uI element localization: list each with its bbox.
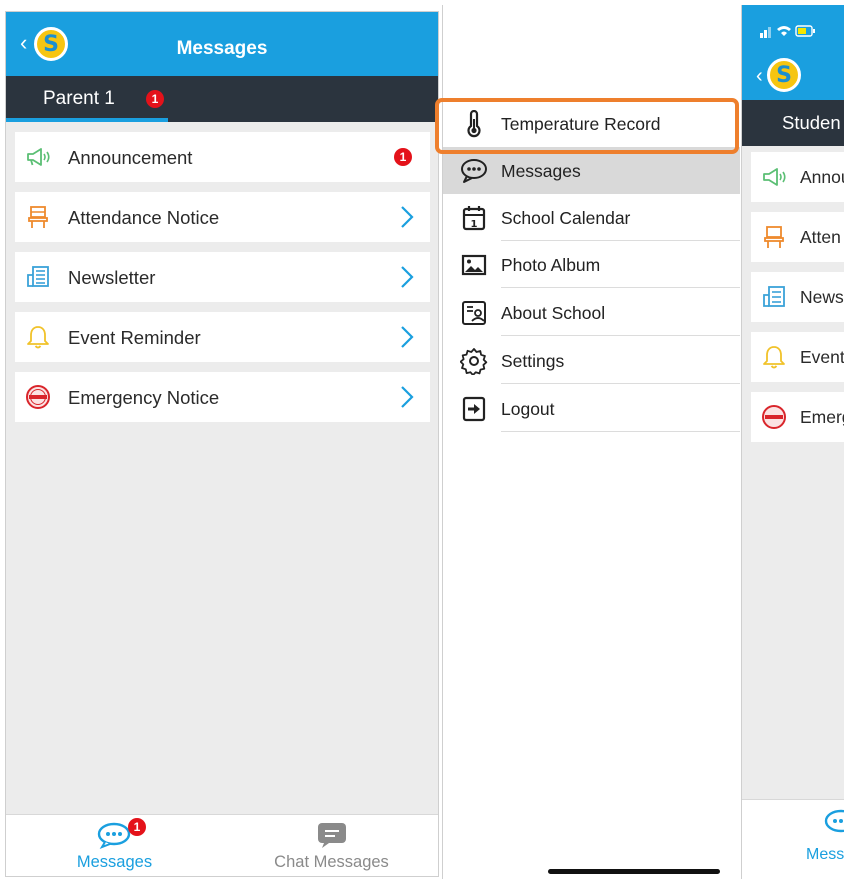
chevron-right-icon xyxy=(401,266,414,288)
item-label: Event xyxy=(800,347,844,367)
item-label: Newsletter xyxy=(68,267,156,288)
svg-text:1: 1 xyxy=(471,219,478,230)
menu-item-settings[interactable]: Settings xyxy=(443,337,740,384)
tab-label: Chat Messages xyxy=(274,853,389,871)
composite-screenshot: ‹ S Messages Parent 1 1 Announcement 1 A… xyxy=(0,0,844,879)
student-messages-screen: ‹ S Studen Annou Atten xyxy=(741,5,844,879)
divider xyxy=(501,431,740,432)
chat-icon xyxy=(317,823,346,848)
list-item-attendance-notice[interactable]: Atten xyxy=(751,212,844,262)
item-label: News xyxy=(800,287,844,307)
menu-label: Settings xyxy=(501,351,565,371)
bell-icon xyxy=(27,326,49,349)
list-item-announcement[interactable]: Announcement 1 xyxy=(15,132,430,182)
menu-label: Messages xyxy=(501,161,581,181)
item-label: Annou xyxy=(800,167,844,187)
item-label: Emergency Notice xyxy=(68,387,220,408)
chair-icon xyxy=(764,226,784,248)
tab-label[interactable]: Mess xyxy=(806,846,844,864)
chat-bubble-icon[interactable] xyxy=(824,808,844,836)
menu-label: About School xyxy=(501,303,606,323)
list-item-newsletter[interactable]: Newsletter xyxy=(15,252,430,302)
gear-icon xyxy=(460,348,488,375)
tab-messages[interactable]: 1 Messages xyxy=(6,815,223,876)
tab-chat-messages[interactable]: Chat Messages xyxy=(223,815,438,876)
tab-parent-1[interactable]: Parent 1 1 xyxy=(6,76,168,122)
newsletter-icon xyxy=(27,266,49,287)
chat-bubble-icon xyxy=(461,159,487,183)
menu-item-photo-album[interactable]: Photo Album xyxy=(443,241,740,288)
messages-screen: ‹ S Messages Parent 1 1 Announcement 1 A… xyxy=(5,11,439,877)
tab-label: Messages xyxy=(76,853,153,871)
chevron-right-icon xyxy=(401,326,414,348)
menu-item-about-school[interactable]: About School xyxy=(443,289,740,336)
list-item-attendance-notice[interactable]: Attendance Notice xyxy=(15,192,430,242)
item-label: Atten xyxy=(800,227,841,247)
home-indicator[interactable] xyxy=(548,869,720,874)
tab-badge: 1 xyxy=(128,818,146,836)
item-label: Announcement xyxy=(68,147,193,168)
newsletter-icon xyxy=(763,286,785,307)
bell-icon xyxy=(763,346,785,369)
urgent-stamp-icon xyxy=(762,405,786,429)
school-logo-icon[interactable]: S xyxy=(767,58,801,92)
tab-badge: 1 xyxy=(146,90,164,108)
list-item-event-reminder[interactable]: Event Reminder xyxy=(15,312,430,362)
list-item-event-reminder[interactable]: Event xyxy=(751,332,844,382)
list-item-announcement[interactable]: Annou xyxy=(751,152,844,202)
menu-label: Logout xyxy=(501,399,555,419)
megaphone-icon xyxy=(763,168,786,186)
list-item-emergency-notice[interactable]: Emergency Notice xyxy=(15,372,430,422)
tab-label[interactable]: Studen xyxy=(782,112,841,134)
divider xyxy=(501,383,740,384)
bottom-tab-bar: Mess xyxy=(742,799,844,879)
chevron-right-icon xyxy=(401,386,414,408)
item-label: Emerg xyxy=(800,407,844,427)
menu-label: Photo Album xyxy=(501,255,601,275)
status-bar xyxy=(742,5,844,55)
megaphone-icon xyxy=(27,148,50,166)
list-item-newsletter[interactable]: News xyxy=(751,272,844,322)
item-label: Attendance Notice xyxy=(68,207,220,228)
menu-item-messages[interactable]: Messages xyxy=(443,147,740,194)
urgent-stamp-icon xyxy=(26,385,50,409)
divider xyxy=(501,335,740,336)
divider xyxy=(501,287,740,288)
bottom-tab-bar: 1 Messages Chat Messages xyxy=(6,814,438,876)
tab-underline xyxy=(6,118,168,122)
photo-icon xyxy=(461,254,487,276)
unread-badge: 1 xyxy=(394,148,412,166)
header-bar: ‹ S xyxy=(742,55,844,100)
chair-icon xyxy=(28,206,48,228)
parent-tab-bar: Parent 1 1 xyxy=(6,76,438,122)
list-item-emergency-notice[interactable]: Emerg xyxy=(751,392,844,442)
student-tab-bar: Studen xyxy=(742,100,844,146)
page-title: Messages xyxy=(176,38,268,59)
header-bar: ‹ S Messages xyxy=(6,12,438,76)
highlight-box xyxy=(435,98,739,154)
menu-label: School Calendar xyxy=(501,208,631,228)
item-label: Event Reminder xyxy=(68,327,201,348)
menu-item-school-calendar[interactable]: 1 School Calendar xyxy=(443,194,740,241)
back-chevron-icon[interactable]: ‹ xyxy=(756,65,763,88)
logout-icon xyxy=(462,396,486,422)
menu-item-logout[interactable]: Logout xyxy=(443,385,740,432)
chevron-right-icon xyxy=(401,206,414,228)
status-icons xyxy=(760,25,815,38)
tab-label: Parent 1 xyxy=(43,88,115,109)
calendar-icon: 1 xyxy=(462,206,486,231)
about-card-icon xyxy=(462,301,486,325)
